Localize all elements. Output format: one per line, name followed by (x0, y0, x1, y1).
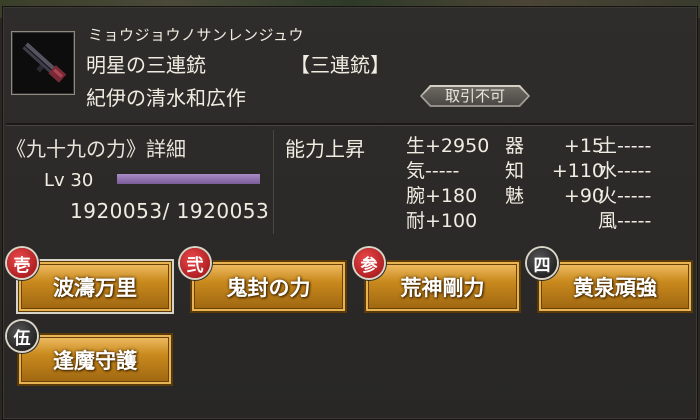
stat-耐: 耐+100 (406, 206, 509, 233)
stat-value: ----- (617, 160, 652, 182)
stat-label: 火 (598, 185, 618, 207)
stat-label: 知 (505, 160, 525, 182)
item-maker: 紀伊の清水和広作 (86, 86, 246, 110)
item-name: 明星の三連銃 (86, 53, 206, 77)
skill-button-3[interactable]: 荒神剛力 (364, 260, 521, 313)
stat-腕: 腕+180 (406, 181, 509, 208)
skill-rank-badge: 壱 (7, 248, 37, 278)
skill-label: 荒神剛力 (400, 275, 485, 300)
stat-label: 気 (406, 160, 426, 182)
skill-label: 逢魔守護 (53, 348, 137, 373)
item-type: 【三連銃】 (290, 53, 390, 77)
stat-value: ----- (425, 160, 460, 182)
stat-魅: 魅 +90 (505, 181, 604, 208)
skill-button-2[interactable]: 鬼封の力 (190, 260, 347, 313)
skill-button-4[interactable]: 黄泉頑強 (537, 260, 693, 313)
stat-value: ----- (617, 185, 652, 207)
stat-value: ----- (617, 210, 652, 232)
stat-水: 水----- (598, 156, 697, 183)
stat-風: 風----- (598, 206, 697, 233)
skill-rank-badge: 伍 (7, 321, 37, 351)
skill-rank-badge: 弐 (180, 248, 210, 278)
stat-label: 魅 (505, 185, 525, 207)
ability-title: 能力上昇 (285, 137, 365, 161)
stat-value: +15 (563, 135, 605, 157)
stat-value: +180 (425, 185, 478, 207)
gun-icon (22, 42, 67, 83)
skill-label: 波濤万里 (53, 275, 137, 300)
trade-status-label: 取引不可 (422, 87, 528, 105)
stat-label: 土 (598, 135, 618, 157)
section-divider (6, 123, 694, 126)
stat-気: 気----- (406, 156, 509, 183)
item-reading: ミョウジョウノサンレンジュウ (88, 26, 304, 44)
stat-火: 火----- (598, 181, 697, 208)
stat-label: 水 (598, 160, 618, 182)
detail-title: 《九十九の力》詳細 (6, 137, 186, 161)
stat-value: +100 (425, 210, 478, 232)
stat-label: 器 (505, 135, 525, 157)
column-divider (273, 130, 274, 234)
trade-status-badge: 取引不可 (420, 85, 530, 107)
stat-label: 生 (406, 135, 426, 157)
stat-label: 腕 (406, 185, 426, 207)
stat-生: 生+2950 (406, 131, 509, 158)
stat-知: 知 +110 (505, 156, 604, 183)
stat-label: 風 (598, 210, 618, 232)
stat-器: 器 +15 (505, 131, 604, 158)
skill-button-1[interactable]: 波濤万里 (16, 259, 174, 314)
skill-rank-badge: 参 (354, 248, 384, 278)
item-icon (11, 31, 75, 95)
skill-rank-badge: 四 (527, 248, 557, 278)
level-progress-bar (117, 174, 260, 184)
stat-value: +90 (563, 185, 605, 207)
experience-value: 1920053/ 1920053 (70, 199, 270, 223)
stat-土: 土----- (598, 131, 697, 158)
stat-value: +2950 (425, 135, 490, 157)
skill-label: 鬼封の力 (226, 275, 311, 300)
stat-value: +110 (551, 160, 605, 182)
stat-label: 耐 (406, 210, 426, 232)
level-progress-fill (117, 174, 260, 184)
skill-label: 黄泉頑強 (573, 275, 657, 300)
skill-button-5[interactable]: 逢魔守護 (17, 333, 173, 386)
stat-value: ----- (617, 135, 652, 157)
level-label: Lv 30 (44, 170, 94, 191)
